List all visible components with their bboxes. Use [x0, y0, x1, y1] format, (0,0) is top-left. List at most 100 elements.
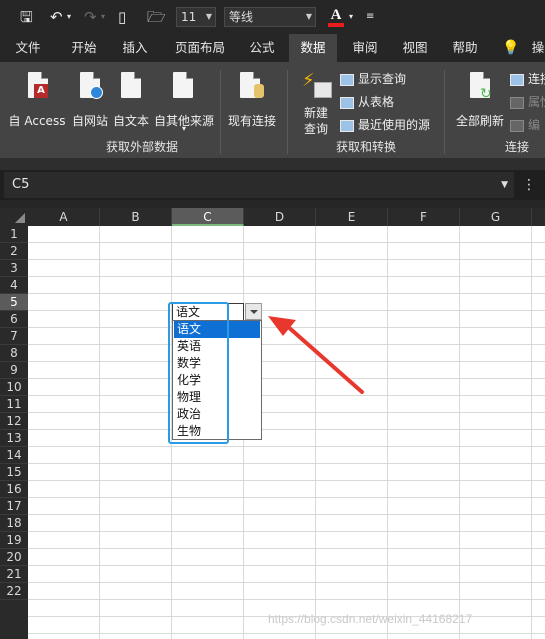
quick-access-toolbar: 🖫 ↶ ▾ ↷ ▾ ▯ 🗁 11 ▼ 等线 ▼ A ▾ ≡ [0, 0, 545, 34]
column-header-d[interactable]: D [244, 208, 316, 226]
refresh-all-label: 全部刷新 [455, 114, 504, 128]
row-header[interactable]: 15 [0, 464, 28, 481]
redo-icon[interactable]: ↷ [84, 0, 97, 34]
annotation-highlight-box [168, 302, 229, 444]
customize-toolbar-icon[interactable]: ≡ [366, 0, 374, 34]
row-header[interactable]: 4 [0, 277, 28, 294]
column-header-b[interactable]: B [100, 208, 172, 226]
new-query-button[interactable]: ⚡ 新建 查询 [294, 68, 338, 136]
other-sources-icon [173, 72, 193, 98]
row-header[interactable]: 11 [0, 396, 28, 413]
font-name-select[interactable]: 等线 ▼ [224, 7, 316, 27]
tab-help[interactable]: 帮助 [443, 34, 487, 62]
tab-page-layout[interactable]: 页面布局 [170, 34, 230, 62]
column-header-g[interactable]: G [460, 208, 532, 226]
row-header[interactable]: 3 [0, 260, 28, 277]
row-header[interactable]: 13 [0, 430, 28, 447]
group-separator [287, 70, 288, 154]
new-query-label-1: 新建 [303, 106, 328, 120]
edit-links-button[interactable]: 编 [510, 115, 540, 135]
row-header[interactable]: 10 [0, 379, 28, 396]
row-header[interactable]: 22 [0, 583, 28, 600]
column-header-f[interactable]: F [388, 208, 460, 226]
ribbon-data: A 自 Access 自网站 自文本 自其他来源 ▾ 获取外部数据 现有连接 ⚡… [0, 62, 545, 158]
group-label-connections: 连接 [505, 140, 530, 154]
font-color-letter: A [330, 7, 342, 23]
column-header-e[interactable]: E [316, 208, 388, 226]
connections-icon [510, 73, 524, 86]
ribbon-gap [0, 158, 545, 170]
worksheet-grid[interactable] [28, 226, 545, 639]
access-badge-icon: A [34, 84, 48, 98]
row-header[interactable]: 20 [0, 549, 28, 566]
font-color-dropdown-icon[interactable]: ▾ [349, 0, 353, 34]
existing-connections-label: 现有连接 [227, 114, 276, 128]
row-header[interactable]: 16 [0, 481, 28, 498]
properties-button[interactable]: 属性 [510, 92, 545, 112]
from-web-label: 自网站 [71, 114, 108, 128]
formula-gap [0, 200, 545, 208]
table-icon [314, 82, 332, 98]
tab-file[interactable]: 文件 [6, 34, 50, 62]
existing-connections-button[interactable]: 现有连接 [224, 70, 280, 132]
more-options-icon[interactable]: ⋮ [522, 170, 536, 200]
refresh-all-button[interactable]: ↻ 全部刷新 [452, 70, 508, 132]
open-folder-icon[interactable]: 🗁 [147, 0, 166, 34]
font-size-select[interactable]: 11 ▼ [176, 7, 216, 27]
group-separator [444, 70, 445, 154]
from-text-label: 自文本 [112, 114, 149, 128]
row-header[interactable]: 8 [0, 345, 28, 362]
table-icon [340, 73, 354, 86]
undo-dropdown-icon[interactable]: ▾ [67, 0, 71, 34]
dropdown-arrow-button[interactable] [245, 303, 262, 320]
row-header[interactable]: 7 [0, 328, 28, 345]
from-other-sources-button[interactable]: 自其他来源 ▾ [151, 70, 217, 136]
name-box[interactable]: C5 ▼ [4, 172, 514, 198]
new-file-icon[interactable]: ▯ [118, 0, 126, 34]
group-label-external: 获取外部数据 [106, 140, 179, 154]
row-header[interactable]: 6 [0, 311, 28, 328]
row-header[interactable]: 14 [0, 447, 28, 464]
from-text-button[interactable]: 自文本 [111, 70, 151, 132]
group-label-transform: 获取和转换 [336, 140, 397, 154]
refresh-icon: ↻ [480, 86, 492, 102]
row-header[interactable]: 1 [0, 226, 28, 243]
select-all-button[interactable] [0, 208, 28, 226]
undo-icon[interactable]: ↶ [50, 0, 63, 34]
globe-icon [90, 86, 103, 99]
save-icon[interactable]: 🖫 [20, 0, 33, 34]
redo-dropdown-icon[interactable]: ▾ [101, 0, 105, 34]
tab-view[interactable]: 视图 [393, 34, 437, 62]
row-header[interactable]: 21 [0, 566, 28, 583]
name-box-value: C5 [12, 177, 30, 192]
row-header[interactable]: 2 [0, 243, 28, 260]
tab-home[interactable]: 开始 [62, 34, 106, 62]
row-headers: 1 2 3 4 5 6 7 8 9 10 11 12 13 14 15 16 1… [0, 226, 28, 639]
tab-data[interactable]: 数据 [289, 34, 337, 62]
chevron-down-icon: ▼ [205, 12, 212, 21]
from-access-button[interactable]: A 自 Access [4, 70, 70, 132]
connections-label: 连接 [528, 72, 545, 86]
font-color-button[interactable]: A [326, 5, 346, 29]
row-header[interactable]: 9 [0, 362, 28, 379]
tab-tell-me[interactable]: 操 [528, 34, 545, 62]
column-header-c[interactable]: C [172, 208, 244, 226]
row-header[interactable]: 18 [0, 515, 28, 532]
tab-insert[interactable]: 插入 [113, 34, 157, 62]
database-icon [254, 84, 264, 98]
column-header-a[interactable]: A [28, 208, 100, 226]
table-icon [340, 96, 354, 109]
from-table-button[interactable]: 从表格 [340, 92, 394, 112]
row-header[interactable]: 19 [0, 532, 28, 549]
tab-formulas[interactable]: 公式 [240, 34, 284, 62]
properties-icon [510, 96, 524, 109]
row-header[interactable]: 17 [0, 498, 28, 515]
row-header[interactable]: 12 [0, 413, 28, 430]
recent-sources-button[interactable]: 最近使用的源 [340, 115, 430, 135]
lightbulb-icon[interactable]: 💡 [500, 34, 522, 62]
show-queries-button[interactable]: 显示查询 [340, 69, 406, 89]
row-header-selected[interactable]: 5 [0, 294, 28, 311]
tab-review[interactable]: 审阅 [343, 34, 387, 62]
connections-button[interactable]: 连接 [510, 69, 545, 89]
from-web-button[interactable]: 自网站 [68, 70, 112, 132]
